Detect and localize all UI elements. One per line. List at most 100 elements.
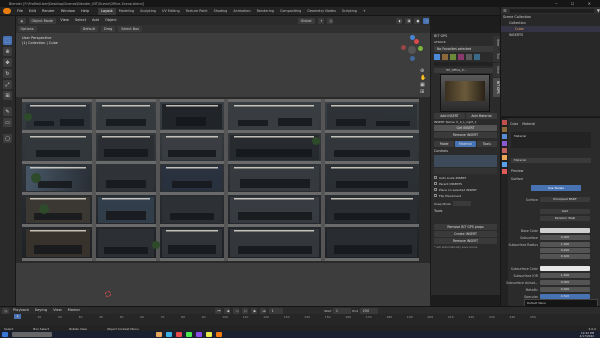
taskbar-app-icon-6[interactable] — [206, 332, 212, 337]
tab-render-icon[interactable] — [502, 120, 507, 125]
tab-tool[interactable]: Tool — [493, 50, 500, 63]
material-selector[interactable]: Material — [511, 158, 591, 163]
tab-material[interactable]: Material — [455, 141, 476, 147]
taskbar-app-icon-4[interactable] — [186, 332, 192, 337]
tab-world-icon[interactable] — [502, 148, 507, 153]
category-icon-5[interactable] — [466, 54, 472, 60]
tab-scripting[interactable]: Scripting — [339, 8, 360, 15]
taskbar-app-icon-5[interactable] — [196, 332, 202, 337]
snap-mode-selector[interactable] — [452, 201, 471, 206]
menu-object[interactable]: Object — [102, 16, 120, 25]
tab-output-icon[interactable] — [502, 127, 507, 132]
proportional-edit-icon[interactable]: ◎ — [326, 17, 333, 24]
checkbox-parent-inserts[interactable]: Parent INSERTS — [434, 181, 497, 186]
tab-material-icon[interactable] — [502, 169, 507, 174]
tab-uv-editing[interactable]: UV Editing — [159, 8, 183, 15]
metallic-field[interactable]: 0.000 — [540, 287, 590, 292]
viewport-overlay-icon[interactable]: ◐ — [395, 17, 402, 24]
subsurface-radius-z-field[interactable]: 0.100 — [540, 254, 590, 259]
category-icon-6[interactable] — [474, 54, 480, 60]
play-icon[interactable]: ▷ — [241, 307, 248, 314]
transform-tool-icon[interactable]: ⊞ — [3, 91, 12, 100]
controls-options-box[interactable] — [434, 155, 497, 167]
tab-texture-paint[interactable]: Texture Paint — [183, 8, 211, 15]
xray-icon[interactable]: ▣ — [404, 17, 411, 24]
menu-select[interactable]: Select — [72, 16, 89, 25]
asset-name-field[interactable]: HP_Office_0... — [434, 68, 497, 73]
menu-edit[interactable]: Edit — [26, 7, 39, 16]
next-key-icon[interactable]: ▶ — [250, 307, 257, 314]
tab-scene-icon[interactable] — [502, 141, 507, 146]
surface-section[interactable]: Surface — [511, 177, 523, 181]
subsurface-method-selector[interactable]: Random Walk — [540, 216, 590, 221]
controls-header[interactable]: Controls — [434, 149, 497, 153]
add-material-button[interactable]: Add Material — [466, 113, 497, 119]
delete-insert-button[interactable]: Remove INSERT — [434, 238, 497, 244]
taskbar-clock[interactable]: 12:22 PM 4/17/2022 — [580, 331, 594, 338]
orientation-selector[interactable]: Global — [297, 17, 315, 24]
category-icon-2[interactable] — [442, 54, 448, 60]
base-color-swatch[interactable] — [540, 228, 590, 233]
tab-view[interactable]: View — [493, 63, 500, 78]
remove-props-button[interactable]: Remove BIT GPS props — [434, 224, 497, 230]
tab-bit-gps[interactable]: BIT GPS — [493, 78, 500, 97]
tab-object-icon[interactable] — [502, 155, 507, 160]
start-button-icon[interactable] — [2, 332, 8, 337]
category-icon-3[interactable] — [450, 54, 456, 60]
tab-modifier-icon[interactable] — [502, 162, 507, 167]
outliner-search[interactable] — [509, 8, 594, 13]
current-frame-field[interactable]: 1 — [268, 307, 283, 314]
menu-window[interactable]: Window — [58, 7, 78, 16]
remove-insert-button[interactable]: Remove INSERT — [434, 132, 497, 138]
end-frame-field[interactable]: 250 — [359, 307, 378, 314]
npanel-section-row[interactable]: ATRACK — [431, 39, 500, 45]
subsurface-radius-y-field[interactable]: 0.200 — [540, 248, 590, 253]
outliner-item-inserts[interactable]: INSERTS — [501, 32, 600, 38]
add-workspace-button[interactable]: + — [360, 7, 369, 16]
add-insert-button[interactable]: Add INSERT — [434, 113, 465, 119]
tab-geometry-nodes[interactable]: Geometry Nodes — [304, 8, 339, 15]
material-slot-list[interactable]: Material — [511, 132, 591, 148]
subsurface-ior-field[interactable]: 1.400 — [540, 273, 590, 278]
start-frame-field[interactable]: 1 — [332, 307, 351, 314]
category-icon-4[interactable] — [458, 54, 464, 60]
taskbar-app-icon-3[interactable] — [176, 332, 182, 337]
use-nodes-button[interactable]: Use Nodes — [531, 185, 581, 191]
tab-animation[interactable]: Animation — [230, 8, 253, 15]
surface-shader-selector[interactable]: Principled BSDF — [540, 197, 590, 202]
taskbar-blender-icon[interactable] — [216, 332, 222, 337]
checkbox-flip-placement[interactable]: Flip Placement — [434, 193, 497, 198]
material-slot-item[interactable]: Material — [514, 134, 526, 138]
navigation-gizmo[interactable] — [396, 34, 428, 66]
menu-help[interactable]: Help — [78, 7, 92, 16]
favorites-field[interactable]: No Favorites selected — [434, 46, 497, 52]
tab-rendering[interactable]: Rendering — [254, 8, 277, 15]
3d-cursor-icon[interactable] — [105, 291, 111, 297]
tab-sculpting[interactable]: Sculpting — [137, 8, 159, 15]
annotate-tool-icon[interactable]: ✎ — [3, 107, 12, 116]
tab-item[interactable]: Item — [493, 36, 500, 50]
menu-render[interactable]: Render — [39, 7, 58, 16]
jump-end-icon[interactable]: ⏭ — [259, 307, 266, 314]
timeline-editor-icon[interactable]: ◷ — [1, 307, 9, 314]
create-insert-button[interactable]: Create INSERT — [434, 231, 497, 237]
preview-section[interactable]: Preview — [511, 169, 523, 173]
tab-shading[interactable]: Shading — [211, 8, 231, 15]
tab-view-layer-icon[interactable] — [502, 134, 507, 139]
tab-modeling[interactable]: Modeling — [116, 8, 137, 15]
drag-dropdown[interactable]: Drag — [100, 26, 116, 32]
pivot-dropdown[interactable]: Default — [79, 26, 98, 32]
subsurface-radius-x-field[interactable]: 1.000 — [540, 242, 590, 247]
mode-selector[interactable]: Object Mode — [28, 17, 56, 24]
subsurface-color-swatch[interactable] — [540, 266, 590, 271]
tab-mode[interactable]: Mode — [434, 141, 455, 147]
snap-icon[interactable]: ⌖ — [317, 17, 324, 24]
measure-tool-icon[interactable]: ▭ — [3, 118, 12, 127]
scale-tool-icon[interactable]: ⤢ — [3, 80, 12, 89]
tools-header[interactable]: Tools — [434, 209, 497, 213]
outliner-type-icon[interactable]: ☰ — [503, 8, 507, 13]
menu-file[interactable]: File — [14, 7, 26, 16]
checkbox-auto-scale[interactable]: Auto scale INSERT — [434, 175, 497, 180]
distribution-selector[interactable]: GGX — [540, 209, 590, 214]
play-reverse-icon[interactable]: ◁ — [232, 307, 239, 314]
